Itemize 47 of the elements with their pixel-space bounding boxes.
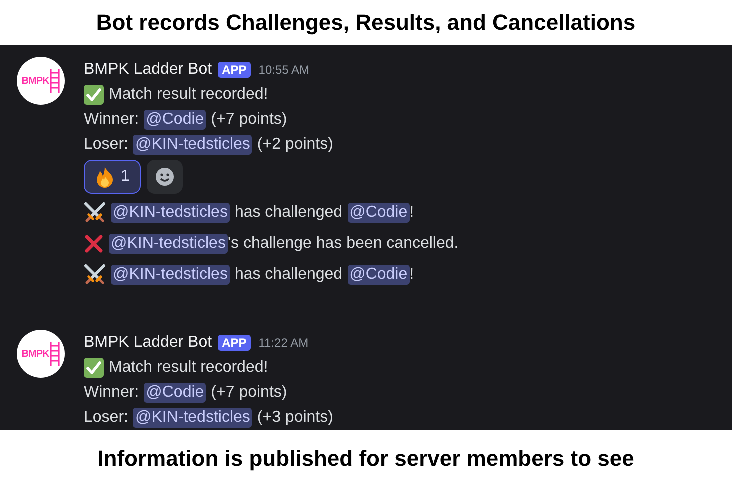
message-text: (+7 points) (211, 110, 288, 128)
message-text: has challenged (234, 266, 343, 284)
crossed-swords-icon (84, 202, 106, 222)
user-mention[interactable]: @Codie (348, 202, 410, 222)
message-time: 10:55 AM (258, 63, 310, 77)
user-mention[interactable]: @KIN-tedsticles (111, 202, 230, 222)
message-text: (+3 points) (257, 408, 334, 426)
caption-text: Bot records Challenges, Results, and Cancellations (96, 10, 636, 36)
message-text: Match result recorded! (109, 86, 268, 104)
author-name[interactable]: BMPK Ladder Bot (84, 61, 212, 79)
author-name[interactable]: BMPK Ladder Bot (84, 334, 212, 352)
user-mention[interactable]: @Codie (144, 110, 206, 130)
ladder-icon (50, 342, 60, 366)
message-text: ! (410, 266, 414, 284)
message-text: Winner: (84, 110, 140, 128)
reaction-button[interactable]: 1 (84, 160, 141, 194)
check-icon (84, 358, 104, 378)
check-icon (84, 84, 104, 104)
smiley-icon (154, 167, 175, 187)
user-mention[interactable]: @KIN-tedsticles (111, 264, 230, 284)
message-text: Loser: (84, 408, 128, 426)
caption-text: Information is published for server members to see (98, 446, 634, 472)
user-mention[interactable]: @KIN-tedsticles (109, 234, 228, 254)
message-text: ! (410, 204, 414, 222)
message-text: 's challenge has been cancelled. (228, 234, 459, 252)
avatar-text: BMPK (22, 348, 50, 360)
bot-avatar[interactable]: BMPK (17, 330, 65, 378)
message-time: 11:22 AM (258, 336, 309, 350)
bot-avatar[interactable]: BMPK (17, 57, 65, 105)
add-reaction-button[interactable] (146, 160, 183, 194)
avatar-text: BMPK (22, 76, 50, 86)
app-badge: APP (218, 335, 251, 351)
message-text: Loser: (84, 136, 128, 154)
user-mention[interactable]: @Codie (144, 382, 206, 402)
user-mention[interactable]: @KIN-tedsticles (133, 134, 252, 154)
fire-icon (97, 167, 113, 188)
user-mention[interactable]: @Codie (348, 264, 410, 284)
message-text: has challenged (234, 204, 343, 222)
message-text: (+7 points) (211, 384, 288, 402)
crossed-swords-icon (84, 264, 106, 284)
user-mention[interactable]: @KIN-tedsticles (133, 408, 252, 428)
cross-icon (85, 234, 103, 252)
message-text: Winner: (84, 384, 140, 402)
ladder-icon (50, 69, 60, 93)
message-text: (+2 points) (257, 136, 334, 154)
message-text: Match result recorded! (109, 358, 268, 376)
app-badge: APP (218, 62, 251, 78)
